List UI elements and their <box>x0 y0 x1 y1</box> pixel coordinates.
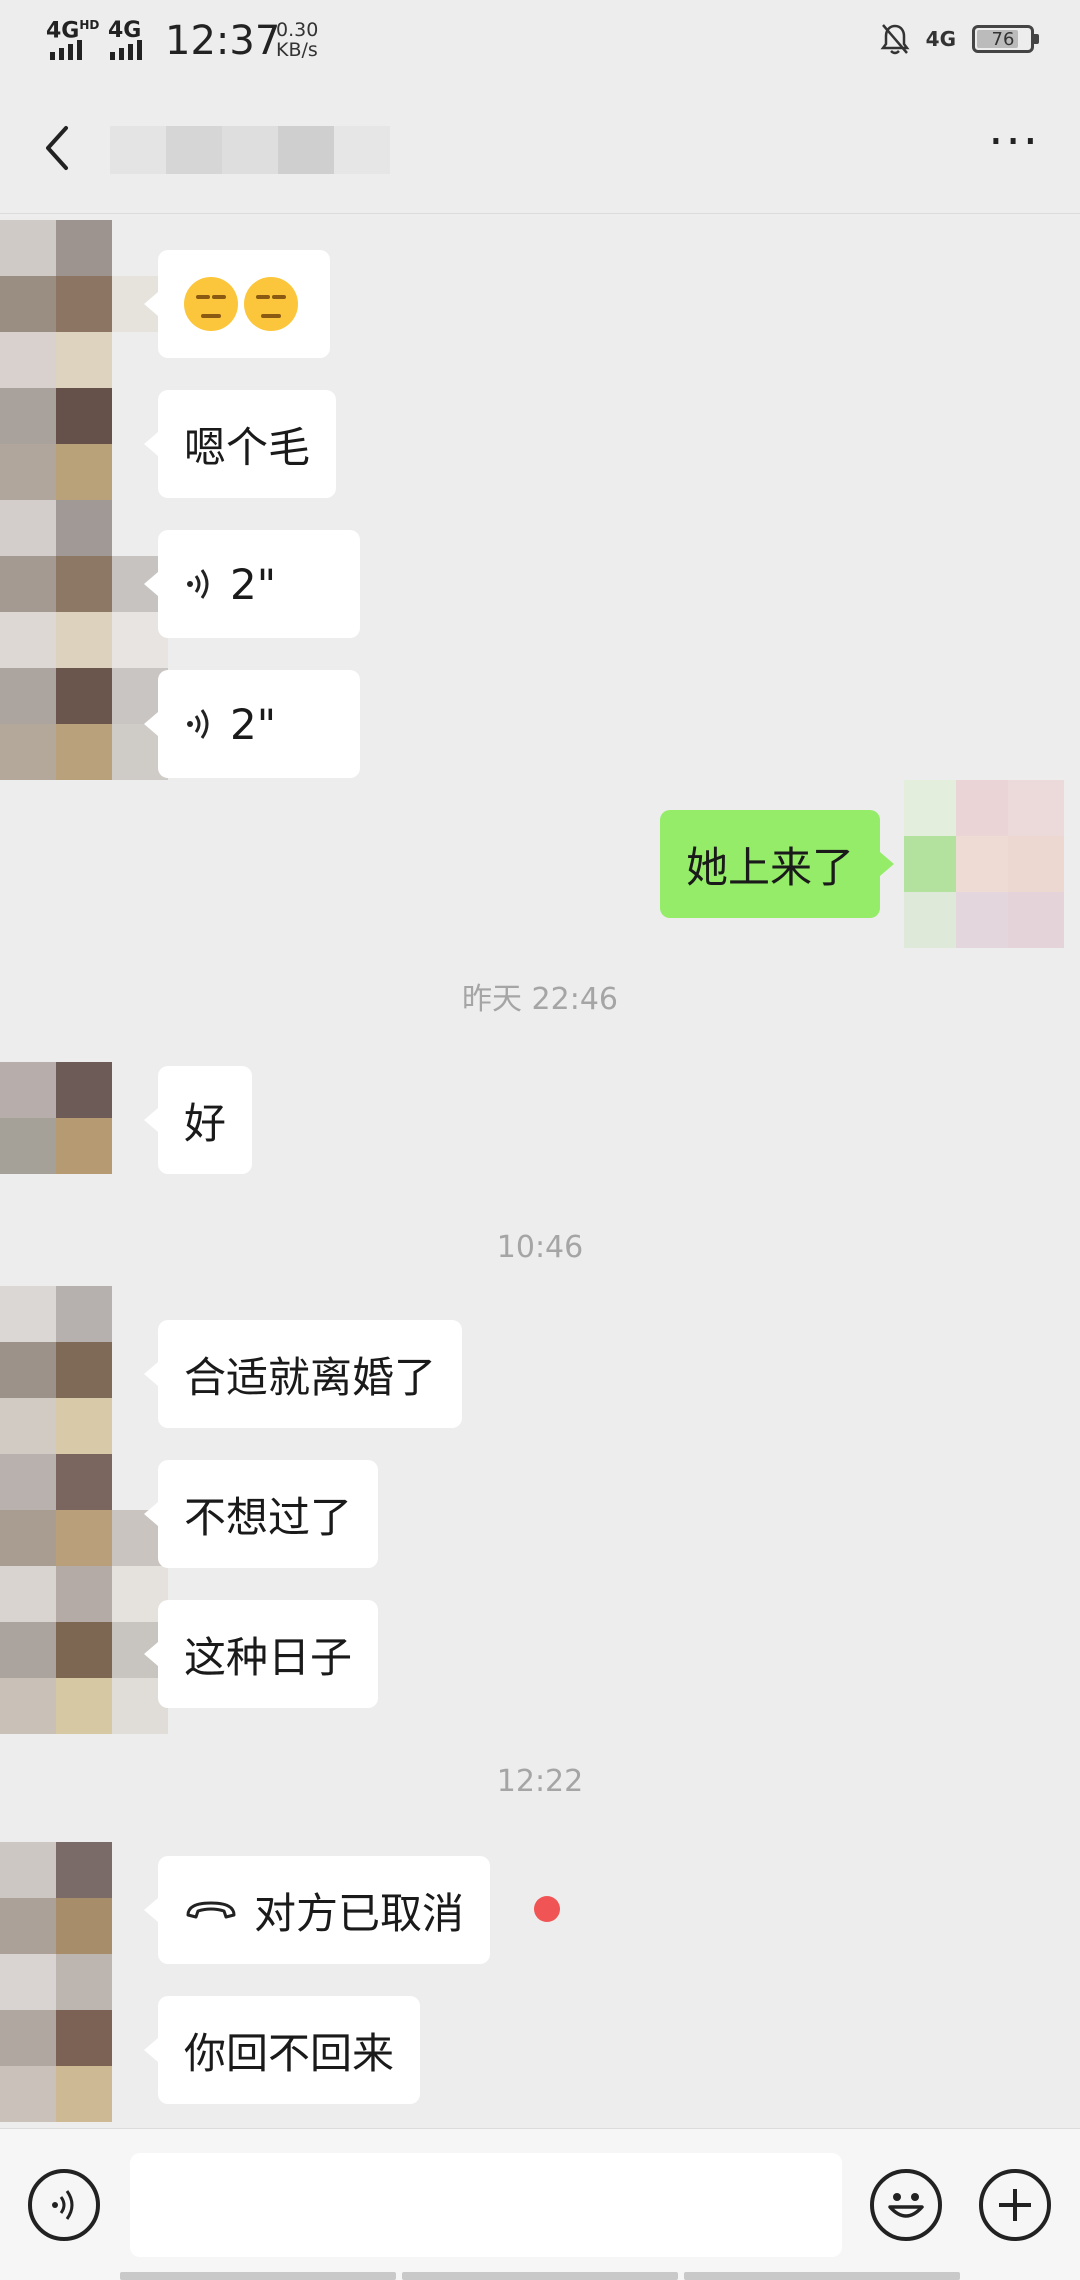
avatar[interactable] <box>0 220 168 780</box>
my-message-bubble[interactable]: 她上来了 <box>659 810 895 918</box>
more-functions-button[interactable] <box>979 2169 1051 2241</box>
back-arrow-icon[interactable] <box>34 118 82 178</box>
message-bubble[interactable]: 这种日子 <box>143 1600 379 1708</box>
avatar[interactable] <box>0 1062 168 1174</box>
avatar[interactable] <box>0 1842 168 2122</box>
system-nav-bar <box>120 2272 960 2280</box>
signal-bars-icon <box>50 40 82 60</box>
signal-bars-icon <box>110 40 142 60</box>
voice-input-button[interactable] <box>28 2169 100 2241</box>
voice-wave-icon <box>187 569 209 599</box>
unamused-face-icon <box>184 277 238 331</box>
message-input[interactable] <box>130 2153 842 2257</box>
timestamp: 10:46 <box>496 1230 584 1265</box>
voice-wave-icon <box>187 709 209 739</box>
my-avatar[interactable] <box>904 780 1064 948</box>
clock: 12:37 <box>165 18 281 64</box>
timestamp: 12:22 <box>496 1764 584 1799</box>
timestamp: 昨天 22:46 <box>462 982 618 1017</box>
contact-name-mosaic <box>110 126 390 174</box>
smiley-face-icon <box>888 2193 924 2218</box>
avatar[interactable] <box>0 1286 168 1734</box>
network-type-3: 4G <box>925 27 956 51</box>
chat-header: ··· <box>0 86 1080 214</box>
status-bar: 4GHD 4G 12:37 0.30 KB/s 4G 76 <box>0 0 1080 86</box>
message-bubble[interactable]: 不想过了 <box>143 1460 379 1568</box>
call-message-bubble[interactable]: 对方已取消 <box>143 1856 491 1964</box>
emoji-button[interactable] <box>870 2169 942 2241</box>
more-options-button[interactable]: ··· <box>988 118 1040 166</box>
voice-duration: 2" <box>230 559 277 609</box>
message-bubble[interactable]: 嗯个毛 <box>143 390 337 498</box>
unamused-face-icon <box>244 277 298 331</box>
voice-message-bubble[interactable]: 2" <box>144 670 360 778</box>
message-bubble[interactable]: 你回不回来 <box>143 1996 421 2104</box>
input-bar <box>0 2128 1080 2280</box>
message-bubble[interactable]: 好 <box>143 1066 253 1174</box>
voice-wave-icon <box>52 2190 74 2220</box>
battery-level: 76 <box>991 28 1015 50</box>
unread-dot <box>534 1896 560 1922</box>
mute-bell-icon <box>880 24 910 55</box>
message-bubble-emoji[interactable]: 😒😒 <box>144 250 330 358</box>
network-speed: 0.30 KB/s <box>276 19 319 61</box>
battery-icon: 76 <box>972 25 1039 53</box>
plus-icon <box>999 2189 1031 2221</box>
message-bubble[interactable]: 合适就离婚了 <box>143 1320 463 1428</box>
voice-message-bubble[interactable]: 2" <box>144 530 360 638</box>
phone-hangup-icon <box>186 1901 236 1919</box>
voice-duration: 2" <box>230 699 277 749</box>
status-right: 4G 76 <box>880 22 1039 56</box>
